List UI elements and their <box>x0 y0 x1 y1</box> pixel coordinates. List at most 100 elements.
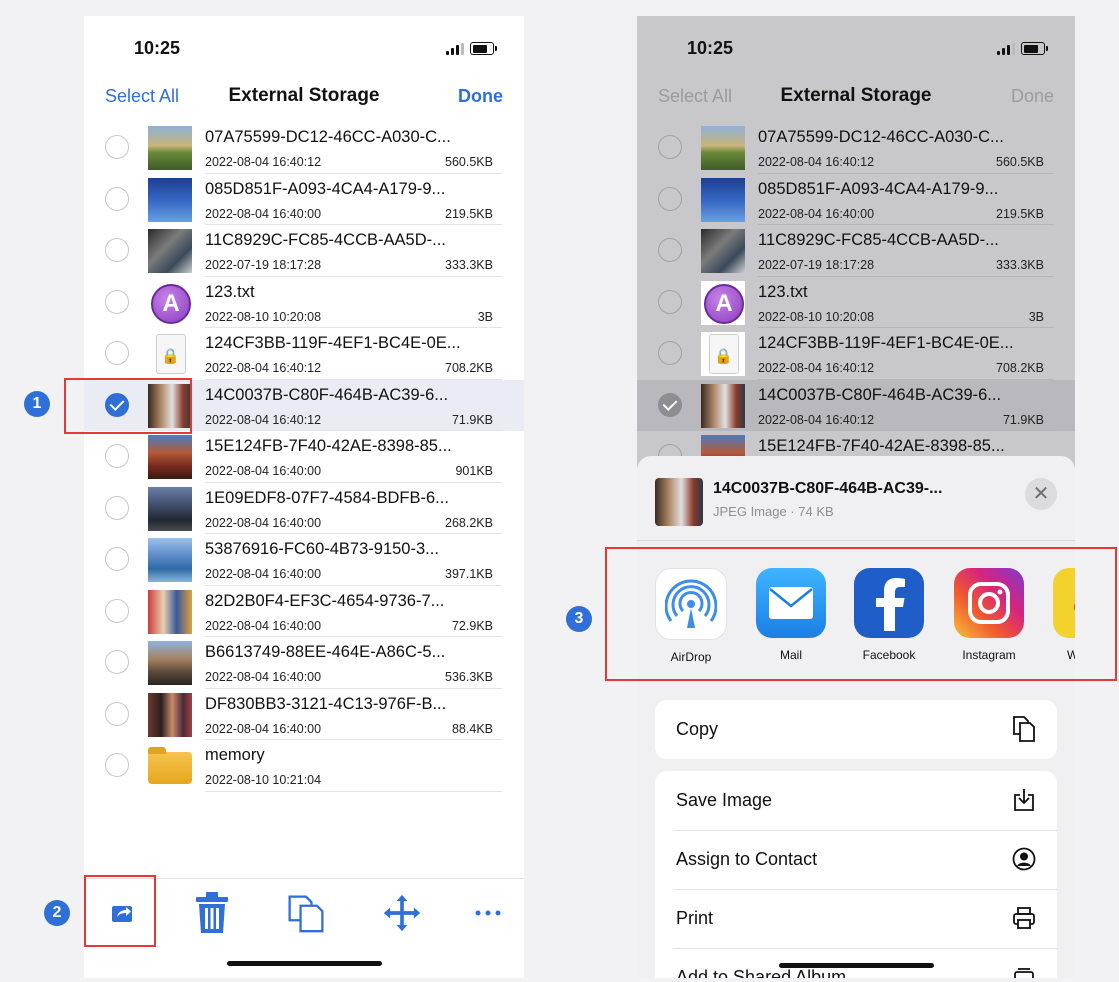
action-assign-to-contact[interactable]: Assign to Contact <box>655 830 1057 889</box>
file-size: 333.3KB <box>445 258 493 272</box>
done-button[interactable]: Done <box>458 86 503 107</box>
file-name: B6613749-88EE-464E-A86C-5... <box>205 643 446 661</box>
file-thumbnail <box>701 177 745 222</box>
file-size: 72.9KB <box>451 618 493 633</box>
file-size: 268.2KB <box>445 515 493 530</box>
move-button[interactable] <box>382 893 422 933</box>
text-file-icon: A <box>704 283 744 324</box>
more-icon <box>475 910 501 916</box>
file-row[interactable]: 11C8929C-FC85-4CCB-AA5D-... 2022-07-19 18… <box>84 225 524 277</box>
weibo-icon <box>1053 568 1075 638</box>
file-row[interactable]: 085D851F-A093-4CA4-A179-9... 2022-08-04 1… <box>84 174 524 225</box>
radio-icon[interactable] <box>105 186 129 211</box>
status-time: 10:25 <box>134 38 181 58</box>
locked-file-icon <box>156 334 186 374</box>
file-size: 219.5KB <box>445 206 493 221</box>
dimmed-background: 10:25 Select All External Storage Done 0… <box>637 16 1075 483</box>
file-thumbnail <box>701 332 745 376</box>
file-row[interactable]: 07A75599-DC12-46CC-A030-C... 2022-08-04 1… <box>84 122 524 174</box>
file-date: 2022-08-04 16:40:00 <box>205 464 322 478</box>
radio-icon[interactable] <box>105 135 129 159</box>
file-row[interactable]: 14C0037B-C80F-464B-AC39-6... 2022-08-04 1… <box>84 379 524 431</box>
file-name: 14C0037B-C80F-464B-AC39-6... <box>205 385 449 404</box>
row-divider <box>205 790 502 792</box>
radio-icon[interactable] <box>105 547 129 571</box>
file-date: 2022-08-04 16:40:00 <box>205 515 322 530</box>
file-row: 07A75599-DC12-46CC-A030-C... 2022-08-04 1… <box>637 122 1075 174</box>
file-name: memory <box>205 746 265 764</box>
file-date: 2022-08-04 16:40:00 <box>205 567 322 581</box>
radio-icon[interactable] <box>105 444 129 468</box>
file-thumbnail <box>148 538 192 582</box>
share-app-label: Facebook <box>862 648 916 662</box>
file-thumbnail <box>148 383 192 428</box>
file-row[interactable]: memory 2022-08-10 10:21:04 <box>84 740 524 792</box>
file-date: 2022-07-19 18:17:28 <box>205 258 322 272</box>
action-save-image[interactable]: Save Image <box>655 771 1057 830</box>
delete-button[interactable] <box>192 892 232 933</box>
radio-icon[interactable] <box>105 701 129 726</box>
signal-icon <box>446 43 464 55</box>
radio-icon[interactable] <box>105 289 129 314</box>
file-row[interactable]: 124CF3BB-119F-4EF1-BC4E-0E... 2022-08-04 … <box>84 328 524 380</box>
share-app-weibo[interactable]: W <box>1053 568 1075 662</box>
action-print[interactable]: Print <box>655 889 1057 948</box>
save-image-icon <box>1011 787 1037 813</box>
share-app-airdrop[interactable]: AirDrop <box>655 568 727 664</box>
file-thumbnail <box>148 589 192 634</box>
more-actions-group: Save Image Assign to Contact Print Add t… <box>655 771 1057 978</box>
file-thumbnail: A <box>148 280 192 325</box>
copy-action-group: Copy <box>655 700 1057 759</box>
file-row: 14C0037B-C80F-464B-AC39-6... 2022-08-04 1… <box>637 379 1075 431</box>
share-app-facebook[interactable]: Facebook <box>853 568 925 662</box>
file-date: 2022-08-04 16:40:12 <box>205 412 322 427</box>
radio-icon[interactable] <box>105 650 129 674</box>
file-name: 11C8929C-FC85-4CCB-AA5D-... <box>205 231 446 249</box>
copy-button[interactable] <box>286 893 326 933</box>
navigation-bar: Select All External Storage Done <box>84 74 524 122</box>
done-button: Done <box>1010 86 1054 106</box>
file-name: 07A75599-DC12-46CC-A030-C... <box>758 128 1004 146</box>
close-button[interactable]: ✕ <box>1025 478 1057 510</box>
left-phone-screen: 10:25 Select All External Storage Done 0… <box>84 16 524 978</box>
file-thumbnail <box>148 126 192 170</box>
action-copy[interactable]: Copy <box>655 700 1057 759</box>
file-name: 123.txt <box>758 282 808 301</box>
share-button[interactable] <box>102 893 142 933</box>
file-size: 88.4KB <box>451 721 493 736</box>
file-row[interactable]: DF830BB3-3121-4C13-976F-B... 2022-08-04 1… <box>84 689 524 740</box>
file-date: 2022-08-04 16:40:00 <box>205 721 322 736</box>
share-app-mail[interactable]: Mail <box>755 568 827 662</box>
file-row[interactable]: 82D2B0F4-EF3C-4654-9736-7... 2022-08-04 1… <box>84 586 524 637</box>
file-name: DF830BB3-3121-4C13-976F-B... <box>205 694 447 713</box>
home-indicator <box>227 961 382 966</box>
radio-icon[interactable] <box>105 598 129 623</box>
shared-file-name: 14C0037B-C80F-464B-AC39-... <box>713 480 943 497</box>
file-row[interactable]: A 123.txt 2022-08-10 10:20:08 3B <box>84 277 524 328</box>
file-date: 2022-08-04 16:40:12 <box>205 361 322 375</box>
file-row[interactable]: 53876916-FC60-4B73-9150-3... 2022-08-04 1… <box>84 534 524 586</box>
file-name: 085D851F-A093-4CA4-A179-9... <box>758 179 999 198</box>
file-row[interactable]: 1E09EDF8-07F7-4584-BDFB-6... 2022-08-04 1… <box>84 483 524 534</box>
share-app-instagram[interactable]: Instagram <box>953 568 1025 662</box>
status-icons <box>997 42 1048 55</box>
file-thumbnail <box>655 478 703 526</box>
file-thumbnail <box>148 332 192 376</box>
more-button[interactable] <box>468 893 508 933</box>
file-size: 71.9KB <box>1002 412 1044 427</box>
file-size: 901KB <box>455 464 493 478</box>
file-row[interactable]: B6613749-88EE-464E-A86C-5... 2022-08-04 1… <box>84 637 524 689</box>
share-sheet: 14C0037B-C80F-464B-AC39-... JPEG Image ·… <box>637 456 1075 978</box>
file-thumbnail <box>701 383 745 428</box>
radio-icon[interactable] <box>105 753 129 777</box>
folder-icon <box>148 747 192 784</box>
file-row[interactable]: 15E124FB-7F40-42AE-8398-85... 2022-08-04 … <box>84 431 524 483</box>
checked-radio-icon[interactable] <box>105 392 129 417</box>
radio-icon[interactable] <box>105 495 129 520</box>
action-label: Add to Shared Album <box>676 967 847 978</box>
share-app-label: Mail <box>779 648 802 662</box>
radio-icon[interactable] <box>105 238 129 262</box>
radio-icon[interactable] <box>105 341 129 365</box>
step-marker-1: 1 <box>24 391 50 417</box>
file-thumbnail <box>148 486 192 531</box>
